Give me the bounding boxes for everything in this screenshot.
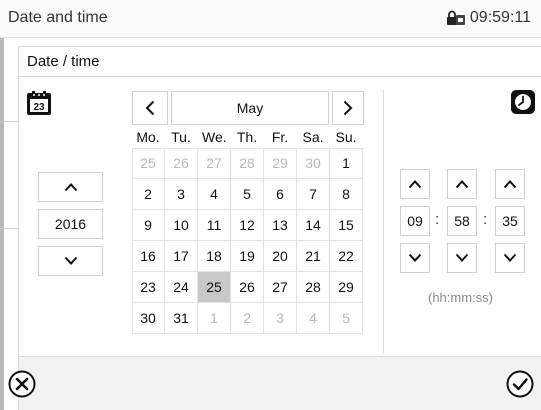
current-time: 09:59:11 <box>469 9 531 26</box>
calendar-day[interactable]: 1 <box>198 303 231 334</box>
calendar-day[interactable]: 18 <box>198 241 231 272</box>
dialog-title-bar: Date / time <box>19 47 541 77</box>
hours-field[interactable]: 09 <box>400 206 430 236</box>
minutes-field[interactable]: 58 <box>447 206 477 236</box>
calendar-day[interactable]: 9 <box>132 210 165 241</box>
calendar-day[interactable]: 25 <box>132 148 165 179</box>
calendar-day[interactable]: 28 <box>231 148 264 179</box>
calendar-day[interactable]: 19 <box>231 241 264 272</box>
next-month-button[interactable] <box>332 91 364 125</box>
cancel-button[interactable] <box>7 369 37 404</box>
chevron-down-icon <box>408 253 422 262</box>
chevron-up-icon <box>408 180 422 189</box>
calendar-icon: 23 <box>26 90 52 121</box>
calendar-day[interactable]: 4 <box>198 179 231 210</box>
calendar-day[interactable]: 26 <box>231 272 264 303</box>
calendar-day[interactable]: 21 <box>297 241 330 272</box>
background-divider <box>0 121 18 122</box>
confirm-button[interactable] <box>505 369 535 404</box>
weekday-label: Su. <box>335 129 357 145</box>
background-divider <box>0 228 18 229</box>
year-up-button[interactable] <box>38 172 103 202</box>
chevron-down-icon <box>455 253 469 262</box>
check-circle-icon <box>506 370 534 398</box>
clock-icon <box>510 89 536 120</box>
time-separator: : <box>483 211 488 228</box>
date-time-dialog: Date / time 23 2016 May Mo. Tu. We. Th. … <box>8 46 541 410</box>
dialog-title: Date / time <box>27 53 100 70</box>
lock-icon <box>446 10 466 26</box>
seconds-field[interactable]: 35 <box>495 206 525 236</box>
seconds-down-button[interactable] <box>495 243 525 273</box>
chevron-up-icon <box>503 180 517 189</box>
calendar-day[interactable]: 1 <box>330 148 363 179</box>
year-down-button[interactable] <box>38 246 103 276</box>
calendar-day[interactable]: 16 <box>132 241 165 272</box>
seconds-up-button[interactable] <box>495 169 525 199</box>
hours-down-button[interactable] <box>400 243 430 273</box>
calendar-day[interactable]: 30 <box>132 303 165 334</box>
weekday-label: Fr. <box>271 129 289 145</box>
background-panel-edge <box>0 38 4 410</box>
previous-month-button[interactable] <box>132 91 168 125</box>
calendar-day[interactable]: 20 <box>264 241 297 272</box>
title-bar: Date and time 09:59:11 <box>0 0 541 38</box>
calendar-day[interactable]: 26 <box>165 148 198 179</box>
calendar-day[interactable]: 28 <box>297 272 330 303</box>
app-title: Date and time <box>8 9 108 26</box>
calendar-day[interactable]: 3 <box>264 303 297 334</box>
calendar-day[interactable]: 14 <box>297 210 330 241</box>
calendar-day[interactable]: 5 <box>330 303 363 334</box>
weekday-label: We. <box>202 129 227 145</box>
chevron-up-icon <box>64 183 77 192</box>
chevron-down-icon <box>64 256 77 265</box>
svg-text:23: 23 <box>33 102 45 113</box>
weekday-label: Mo. <box>136 129 160 145</box>
panel-divider <box>383 89 384 353</box>
month-label: May <box>171 91 329 125</box>
calendar-day[interactable]: 11 <box>198 210 231 241</box>
minutes-down-button[interactable] <box>447 243 477 273</box>
calendar-day[interactable]: 3 <box>165 179 198 210</box>
calendar-day[interactable]: 7 <box>297 179 330 210</box>
calendar-day[interactable]: 15 <box>330 210 363 241</box>
calendar-day[interactable]: 8 <box>330 179 363 210</box>
calendar-day[interactable]: 23 <box>132 272 165 303</box>
hours-up-button[interactable] <box>400 169 430 199</box>
chevron-down-icon <box>503 253 517 262</box>
weekday-label: Sa. <box>302 129 324 145</box>
calendar-day[interactable]: 31 <box>165 303 198 334</box>
calendar-day[interactable]: 27 <box>198 148 231 179</box>
chevron-left-icon <box>145 100 155 116</box>
calendar-day[interactable]: 29 <box>330 272 363 303</box>
calendar-day[interactable]: 6 <box>264 179 297 210</box>
calendar-day[interactable]: 13 <box>264 210 297 241</box>
calendar-day[interactable]: 22 <box>330 241 363 272</box>
chevron-up-icon <box>455 180 469 189</box>
minutes-up-button[interactable] <box>447 169 477 199</box>
calendar-day[interactable]: 10 <box>165 210 198 241</box>
calendar-day[interactable]: 25 <box>198 272 231 303</box>
chevron-right-icon <box>343 100 353 116</box>
calendar-day[interactable]: 5 <box>231 179 264 210</box>
year-field[interactable]: 2016 <box>38 209 103 239</box>
weekday-label: Tu. <box>171 129 191 145</box>
status-clock: 09:59:11 <box>446 9 531 27</box>
calendar-day[interactable]: 29 <box>264 148 297 179</box>
calendar-day[interactable]: 17 <box>165 241 198 272</box>
calendar-day[interactable]: 12 <box>231 210 264 241</box>
calendar-day[interactable]: 2 <box>231 303 264 334</box>
calendar-day[interactable]: 2 <box>132 179 165 210</box>
time-separator: : <box>435 211 440 228</box>
weekday-label: Th. <box>236 129 258 145</box>
time-format-hint: (hh:mm:ss) <box>428 290 493 305</box>
close-circle-icon <box>8 370 36 398</box>
calendar-day[interactable]: 24 <box>165 272 198 303</box>
calendar-day[interactable]: 4 <box>297 303 330 334</box>
calendar-day[interactable]: 27 <box>264 272 297 303</box>
dialog-footer <box>8 356 541 410</box>
calendar-day[interactable]: 30 <box>297 148 330 179</box>
